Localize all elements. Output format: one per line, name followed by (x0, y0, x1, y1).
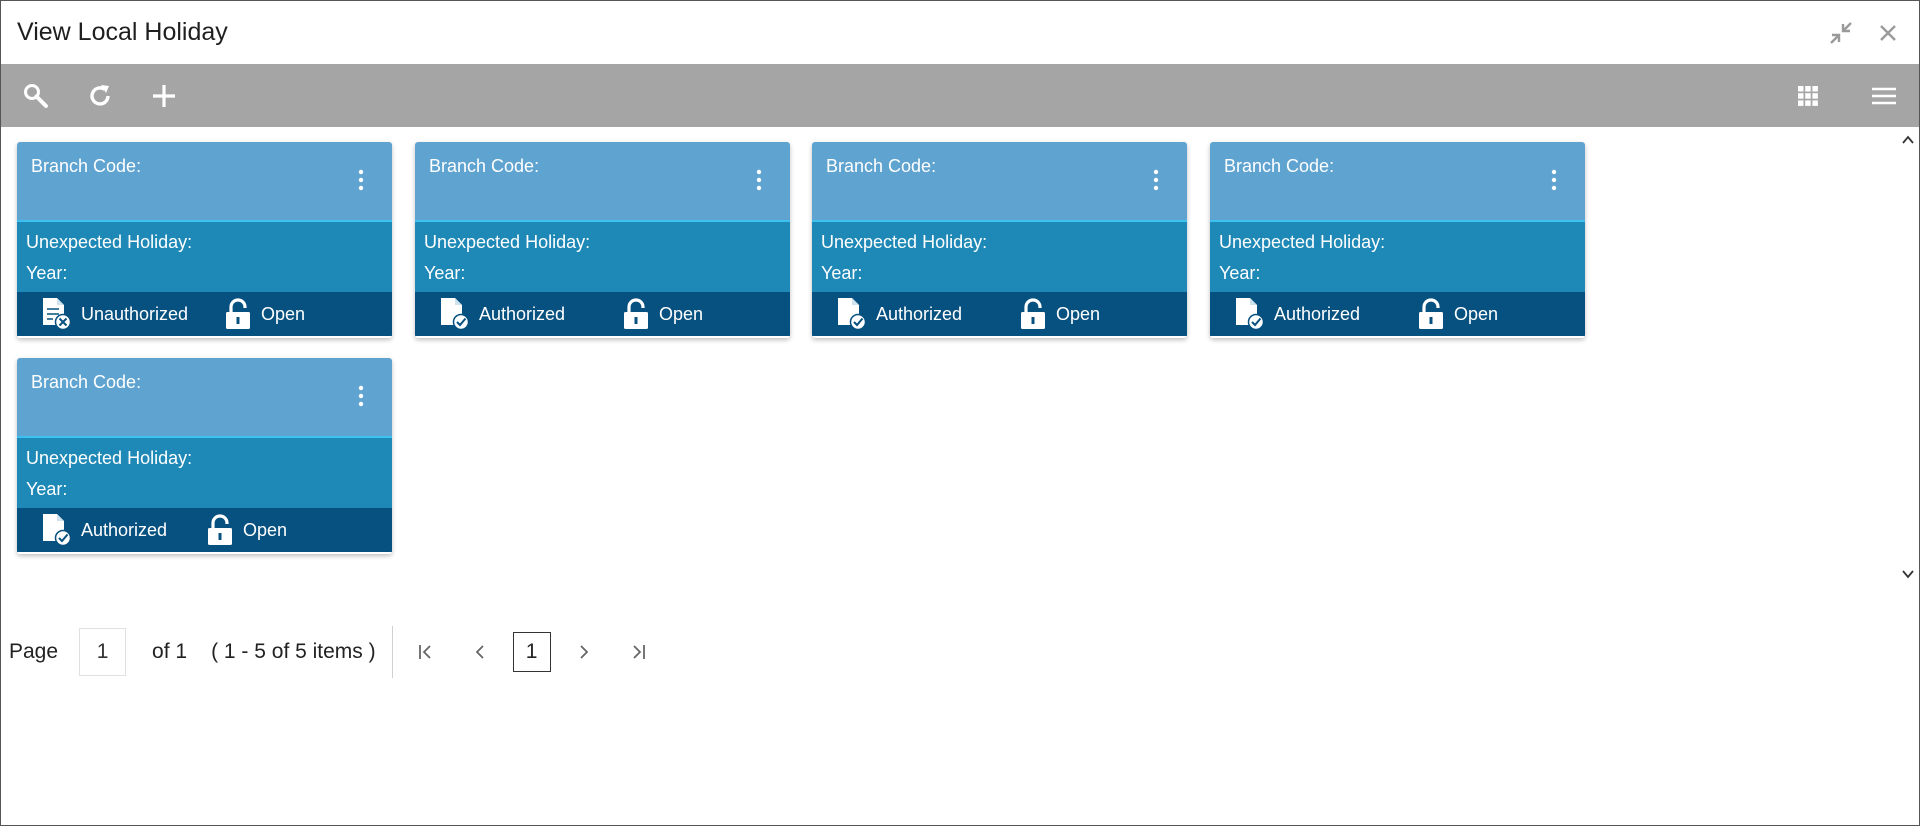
unexpected-holiday-label: Unexpected Holiday: (26, 232, 193, 252)
window-title: View Local Holiday (17, 18, 228, 46)
scroll-up-icon[interactable] (1901, 133, 1915, 147)
branch-code-label: Branch Code: (31, 372, 142, 392)
record-status: Open (261, 303, 306, 324)
vertical-scrollbar[interactable] (1897, 127, 1919, 587)
minimize-icon[interactable] (1829, 21, 1853, 45)
authorized-icon (441, 298, 470, 331)
page-total-label: of 1 (152, 640, 188, 663)
current-page-button[interactable]: 1 (512, 632, 551, 672)
holiday-tile[interactable]: Branch Code: Unexpected Holiday: Year: (17, 358, 392, 554)
branch-code-label: Branch Code: (1224, 156, 1335, 176)
grid-view-icon[interactable] (1793, 81, 1823, 111)
first-page-icon[interactable] (411, 637, 441, 667)
add-icon[interactable] (149, 81, 179, 111)
last-page-icon[interactable] (623, 637, 653, 667)
items-range-label: ( 1 - 5 of 5 items ) (211, 640, 376, 663)
page-label: Page (9, 640, 59, 663)
holiday-tile[interactable]: Branch Code: Unexpected Holiday: Year: (1210, 142, 1585, 338)
title-bar: View Local Holiday (1, 1, 1919, 64)
pagination: Page 1 of 1 ( 1 - 5 of 5 items ) 1 (1, 624, 653, 680)
view-local-holiday-window: View Local Holiday Branch Code: Unexpect… (0, 0, 1920, 826)
holiday-tile[interactable]: Branch Code: Unexpected Holiday: Year: (415, 142, 790, 338)
tile-grid-area: Branch Code: Unexpected Holiday: Year: U… (1, 127, 1920, 587)
unexpected-holiday-label: Unexpected Holiday: (424, 232, 591, 252)
scroll-down-icon[interactable] (1901, 567, 1915, 581)
unexpected-holiday-label: Unexpected Holiday: (1219, 232, 1386, 252)
auth-status: Authorized (479, 303, 566, 324)
holiday-tile[interactable]: Branch Code: Unexpected Holiday: Year: (17, 142, 392, 338)
auth-status: Authorized (1274, 303, 1361, 324)
close-icon[interactable] (1879, 24, 1897, 42)
refresh-icon[interactable] (85, 81, 115, 111)
unlock-icon (1021, 298, 1045, 329)
previous-page-icon[interactable] (465, 637, 495, 667)
holiday-tile[interactable]: Branch Code: Unexpected Holiday: Year: (812, 142, 1187, 338)
unexpected-holiday-label: Unexpected Holiday: (821, 232, 988, 252)
more-options-icon[interactable] (1549, 168, 1559, 192)
toolbar (1, 64, 1919, 127)
next-page-icon[interactable] (569, 637, 599, 667)
window-actions (1829, 21, 1903, 45)
unlock-icon (208, 514, 232, 545)
list-view-icon[interactable] (1869, 81, 1899, 111)
year-label: Year: (26, 479, 68, 499)
search-icon[interactable] (21, 81, 51, 111)
unlock-icon (226, 298, 250, 329)
record-status: Open (1454, 303, 1499, 324)
unlock-icon (624, 298, 648, 329)
more-options-icon[interactable] (356, 384, 366, 408)
year-label: Year: (821, 263, 863, 283)
authorized-icon (43, 514, 72, 547)
auth-status: Unauthorized (81, 303, 189, 324)
branch-code-label: Branch Code: (429, 156, 540, 176)
record-status: Open (243, 519, 288, 540)
record-status: Open (659, 303, 704, 324)
record-status: Open (1056, 303, 1101, 324)
unauthorized-icon (43, 298, 72, 331)
authorized-icon (838, 298, 867, 331)
year-label: Year: (424, 263, 466, 283)
pager-divider (391, 626, 393, 678)
auth-status: Authorized (81, 519, 168, 540)
unexpected-holiday-label: Unexpected Holiday: (26, 448, 193, 468)
more-options-icon[interactable] (356, 168, 366, 192)
branch-code-label: Branch Code: (31, 156, 142, 176)
year-label: Year: (1219, 263, 1261, 283)
more-options-icon[interactable] (1151, 168, 1161, 192)
authorized-icon (1236, 298, 1265, 331)
branch-code-label: Branch Code: (826, 156, 937, 176)
page-number-input[interactable]: 1 (79, 628, 127, 676)
more-options-icon[interactable] (754, 168, 764, 192)
auth-status: Authorized (876, 303, 963, 324)
unlock-icon (1419, 298, 1443, 329)
year-label: Year: (26, 263, 68, 283)
